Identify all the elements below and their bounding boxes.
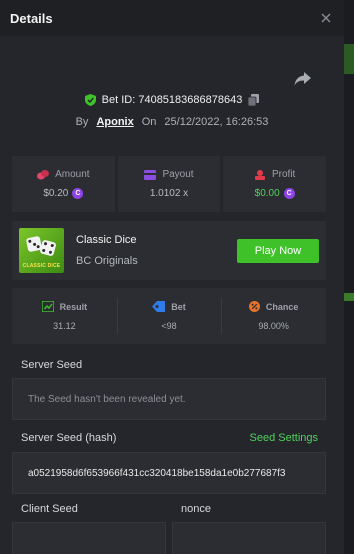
nonce-label: nonce: [181, 503, 211, 515]
bet-stats: Amount $0.20 C Payout 1.0102 x Profit $0…: [12, 156, 327, 212]
chance-value: 98.00%: [258, 321, 289, 331]
thumbnail-logo-text: CLASSIC DICE: [22, 263, 61, 269]
stat-payout-label: Payout: [162, 169, 194, 180]
bet-datetime: 25/12/2022, 16:26:53: [164, 116, 269, 128]
bet-tag-icon: [152, 301, 166, 312]
classic-dice-thumbnail[interactable]: CLASSIC DICE: [19, 228, 64, 273]
bettor-username-link[interactable]: Aponix: [96, 116, 133, 128]
profit-icon: [255, 169, 265, 180]
bet-id-text: Bet ID: 74085183686878643: [101, 94, 243, 106]
close-button[interactable]: [318, 10, 334, 26]
result-chart-icon: [41, 301, 54, 312]
stat-payout-value: 1.0102 x: [149, 188, 189, 199]
stat-payout: Payout 1.0102 x: [117, 156, 221, 212]
server-seed-field: The Seed hasn't been revealed yet.: [12, 378, 326, 420]
by-label: By: [75, 116, 89, 128]
result-cell: Result 31.12: [12, 288, 117, 344]
bet-results: Result 31.12 Bet <98 Chance 98.00%: [12, 288, 326, 344]
chance-label: Chance: [265, 301, 299, 312]
copy-icon[interactable]: [248, 94, 260, 106]
modal-title: Details: [10, 10, 53, 26]
backdrop-accent: [344, 44, 354, 74]
stat-amount: Amount $0.20 C: [12, 156, 115, 212]
chance-cell: Chance 98.00%: [221, 288, 326, 344]
stat-amount-value: $0.20: [43, 188, 69, 199]
bet-details-modal: Details Bet ID: 74085183686878643 By Apo…: [0, 0, 344, 554]
share-arrow-icon: [294, 72, 311, 86]
client-seed-label: Client Seed: [21, 503, 78, 515]
server-seed-label: Server Seed: [21, 359, 83, 371]
bet-cell: Bet <98: [116, 288, 222, 344]
server-seed-hash-label: Server Seed (hash): [21, 432, 117, 444]
bet-value: <98: [161, 321, 177, 331]
stat-profit-label: Profit: [272, 169, 296, 180]
result-value: 31.12: [53, 321, 76, 331]
coins-icon: [37, 169, 50, 179]
play-now-button[interactable]: Play Now: [237, 239, 319, 263]
server-seed-hash-field[interactable]: a0521958d6f653966f431cc320418be158da1e0b…: [12, 452, 326, 494]
currency-coin-icon: C: [283, 188, 295, 199]
chance-icon: [248, 301, 260, 312]
game-card: CLASSIC DICE Classic Dice BC Originals P…: [12, 221, 326, 280]
stat-profit: Profit $0.00 C: [223, 156, 327, 212]
game-provider: BC Originals: [76, 255, 138, 267]
modal-header: Details: [0, 0, 344, 36]
seed-settings-link[interactable]: Seed Settings: [250, 432, 319, 444]
backdrop-accent-bar: [344, 293, 354, 301]
result-label: Result: [59, 301, 88, 312]
bet-label: Bet: [171, 301, 186, 312]
client-seed-field[interactable]: [12, 522, 166, 554]
on-label: On: [141, 116, 157, 128]
bet-byline: By Aponix On 25/12/2022, 16:26:53: [0, 116, 344, 128]
nonce-field[interactable]: [172, 522, 326, 554]
verified-shield-icon: [84, 94, 96, 106]
stat-amount-label: Amount: [55, 169, 90, 180]
wallet-icon: [144, 169, 157, 180]
game-name: Classic Dice: [76, 234, 137, 246]
bet-id-row: Bet ID: 74085183686878643: [0, 94, 344, 106]
currency-coin-icon: C: [72, 188, 84, 199]
close-icon: [321, 13, 331, 23]
stat-profit-value: $0.00: [254, 188, 280, 199]
share-button[interactable]: [294, 72, 314, 88]
